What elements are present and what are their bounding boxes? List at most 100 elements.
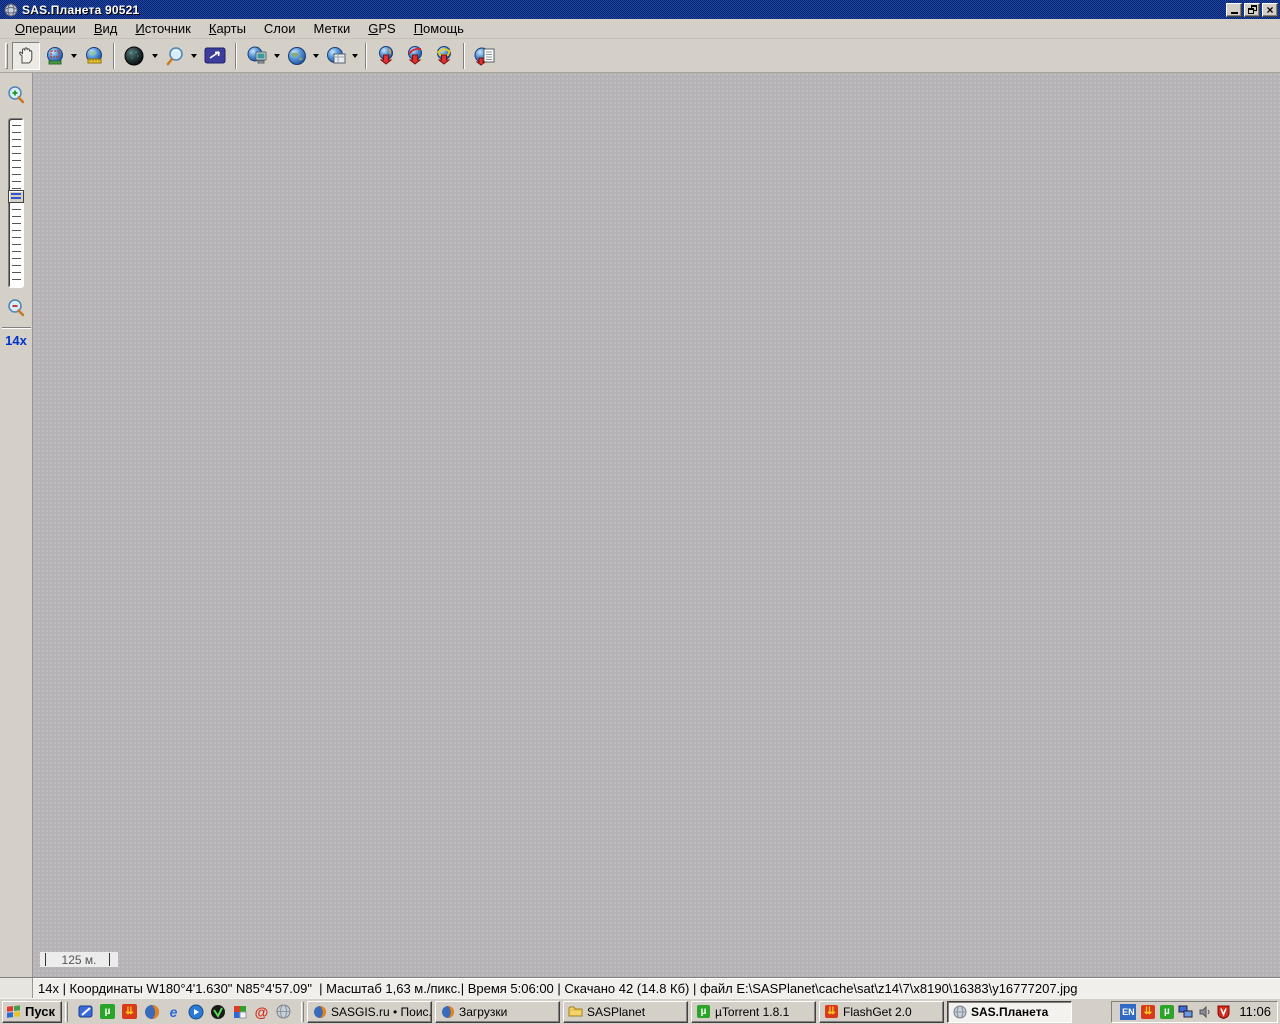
zoom-tool-dropdown[interactable]	[189, 42, 199, 70]
task-button-utorrent[interactable]: µ µTorrent 1.8.1	[691, 1001, 816, 1023]
flashget-icon[interactable]: ⇊	[121, 1003, 138, 1020]
menu-view[interactable]: Вид	[85, 19, 127, 38]
zoom-slider-ticks	[12, 125, 21, 283]
minimize-button[interactable]	[1226, 3, 1242, 17]
utorrent-icon: µ	[696, 1004, 711, 1019]
menu-operations[interactable]: Операции	[6, 19, 85, 38]
menu-layers[interactable]: Слои	[255, 19, 305, 38]
titlebar: SAS.Планета 90521 ×	[0, 0, 1280, 19]
toolbar-separator	[235, 43, 237, 69]
zoom-tool-button[interactable]	[161, 42, 189, 70]
sidebar-separator	[2, 327, 31, 329]
utorrent-tray-icon[interactable]: µ	[1159, 1004, 1174, 1019]
download-selection-icon	[376, 46, 396, 66]
menu-gps[interactable]: GPS	[359, 19, 404, 38]
selection-manager-dropdown[interactable]	[69, 42, 79, 70]
task-button-downloads[interactable]: Загрузки	[435, 1001, 560, 1023]
distance-measure-button[interactable]	[80, 42, 108, 70]
firefox-icon	[440, 1004, 455, 1019]
dropdown-arrow-icon	[352, 54, 358, 58]
zoom-slider-thumb[interactable]	[8, 190, 24, 203]
taskbar-separator	[65, 1002, 68, 1022]
statusbar-text: 14x | Координаты W180°4'1.630" N85°4'57.…	[33, 981, 1078, 996]
download-selection-button[interactable]	[372, 42, 400, 70]
selection-manager-icon	[45, 46, 65, 66]
zoom-in-button[interactable]	[6, 85, 26, 108]
task-buttons: SASGIS.ru • Поис... Загрузки SASPlanet µ…	[307, 1001, 1111, 1023]
firefox-icon[interactable]	[143, 1003, 160, 1020]
download-path-icon	[405, 46, 425, 66]
download-polygon-button[interactable]	[430, 42, 458, 70]
utorrent-icon[interactable]: µ	[99, 1003, 116, 1020]
restore-button[interactable]	[1244, 3, 1260, 17]
system-tray: EN ⇊ µ 11:06	[1111, 1001, 1278, 1023]
download-path-button[interactable]	[401, 42, 429, 70]
fullscreen-button[interactable]	[200, 42, 230, 70]
color-grid-app-icon[interactable]	[231, 1003, 248, 1020]
firefox-icon	[312, 1004, 327, 1019]
zoom-tool-icon	[165, 46, 185, 66]
windows-flag-icon	[7, 1005, 21, 1018]
map-source-dropdown[interactable]	[272, 42, 282, 70]
layers-icon	[326, 46, 346, 66]
scalebar-label: 125 м.	[62, 953, 97, 967]
mail-agent-icon[interactable]: @	[253, 1003, 270, 1020]
toolbar	[0, 39, 1280, 73]
zoom-out-button[interactable]	[6, 298, 26, 321]
flashget-icon: ⇊	[824, 1004, 839, 1019]
map-type-dropdown[interactable]	[311, 42, 321, 70]
map-source-button[interactable]	[242, 42, 272, 70]
toolbar-grip[interactable]	[5, 43, 8, 69]
start-button[interactable]: Пуск	[2, 1001, 62, 1023]
sas-planet-quicklaunch-icon[interactable]	[275, 1003, 292, 1020]
statusbar: 14x | Координаты W180°4'1.630" N85°4'57.…	[0, 977, 1280, 998]
download-manager-icon	[474, 46, 496, 66]
download-polygon-icon	[434, 46, 454, 66]
layers-button[interactable]	[322, 42, 350, 70]
map-source-icon	[246, 46, 268, 66]
internet-explorer-icon[interactable]: e	[165, 1003, 182, 1020]
media-player-icon[interactable]	[187, 1003, 204, 1020]
close-button[interactable]: ×	[1262, 3, 1278, 17]
workarea: 14x 125 м.	[0, 73, 1280, 977]
task-button-sas-planet[interactable]: SAS.Планета	[947, 1001, 1072, 1023]
map-type-button[interactable]	[283, 42, 311, 70]
taskbar-separator	[301, 1002, 304, 1022]
distance-measure-icon	[84, 46, 104, 66]
statusbar-left-panel	[0, 978, 33, 998]
dropdown-arrow-icon	[191, 54, 197, 58]
task-button-flashget[interactable]: ⇊ FlashGet 2.0	[819, 1001, 944, 1023]
flashget-tray-icon[interactable]: ⇊	[1140, 1004, 1155, 1019]
language-indicator[interactable]: EN	[1120, 1004, 1136, 1020]
task-button-folder[interactable]: SASPlanet	[563, 1001, 688, 1023]
dropdown-arrow-icon	[71, 54, 77, 58]
zoom-slider[interactable]	[8, 118, 24, 288]
dropdown-arrow-icon	[274, 54, 280, 58]
menu-placemarks[interactable]: Метки	[305, 19, 360, 38]
menu-maps[interactable]: Карты	[200, 19, 255, 38]
close-icon: ×	[1266, 4, 1273, 16]
task-button-browser[interactable]: SASGIS.ru • Поис...	[307, 1001, 432, 1023]
toolbar-separator	[463, 43, 465, 69]
download-manager-button[interactable]	[470, 42, 500, 70]
layers-dropdown[interactable]	[350, 42, 360, 70]
fullscreen-icon	[204, 47, 226, 65]
dark-app-icon[interactable]	[209, 1003, 226, 1020]
map-view[interactable]: 125 м.	[33, 73, 1280, 977]
volume-tray-icon[interactable]	[1197, 1004, 1212, 1019]
antivirus-tray-icon[interactable]	[1216, 1004, 1231, 1019]
show-desktop-icon[interactable]	[77, 1003, 94, 1020]
sas-planet-window: SAS.Планета 90521 × Операции Вид Источни…	[0, 0, 1280, 998]
menu-source[interactable]: Источник	[126, 19, 200, 38]
restore-icon	[1248, 5, 1257, 14]
globe-view-button[interactable]	[120, 42, 150, 70]
zoom-in-icon	[6, 85, 26, 105]
screen: SAS.Планета 90521 × Операции Вид Источни…	[0, 0, 1280, 1024]
toolbar-separator	[113, 43, 115, 69]
pan-hand-button[interactable]	[12, 42, 40, 70]
selection-manager-button[interactable]	[41, 42, 69, 70]
zoom-out-icon	[6, 298, 26, 318]
network-tray-icon[interactable]	[1178, 1004, 1193, 1019]
globe-view-dropdown[interactable]	[150, 42, 160, 70]
menu-help[interactable]: Помощь	[405, 19, 473, 38]
